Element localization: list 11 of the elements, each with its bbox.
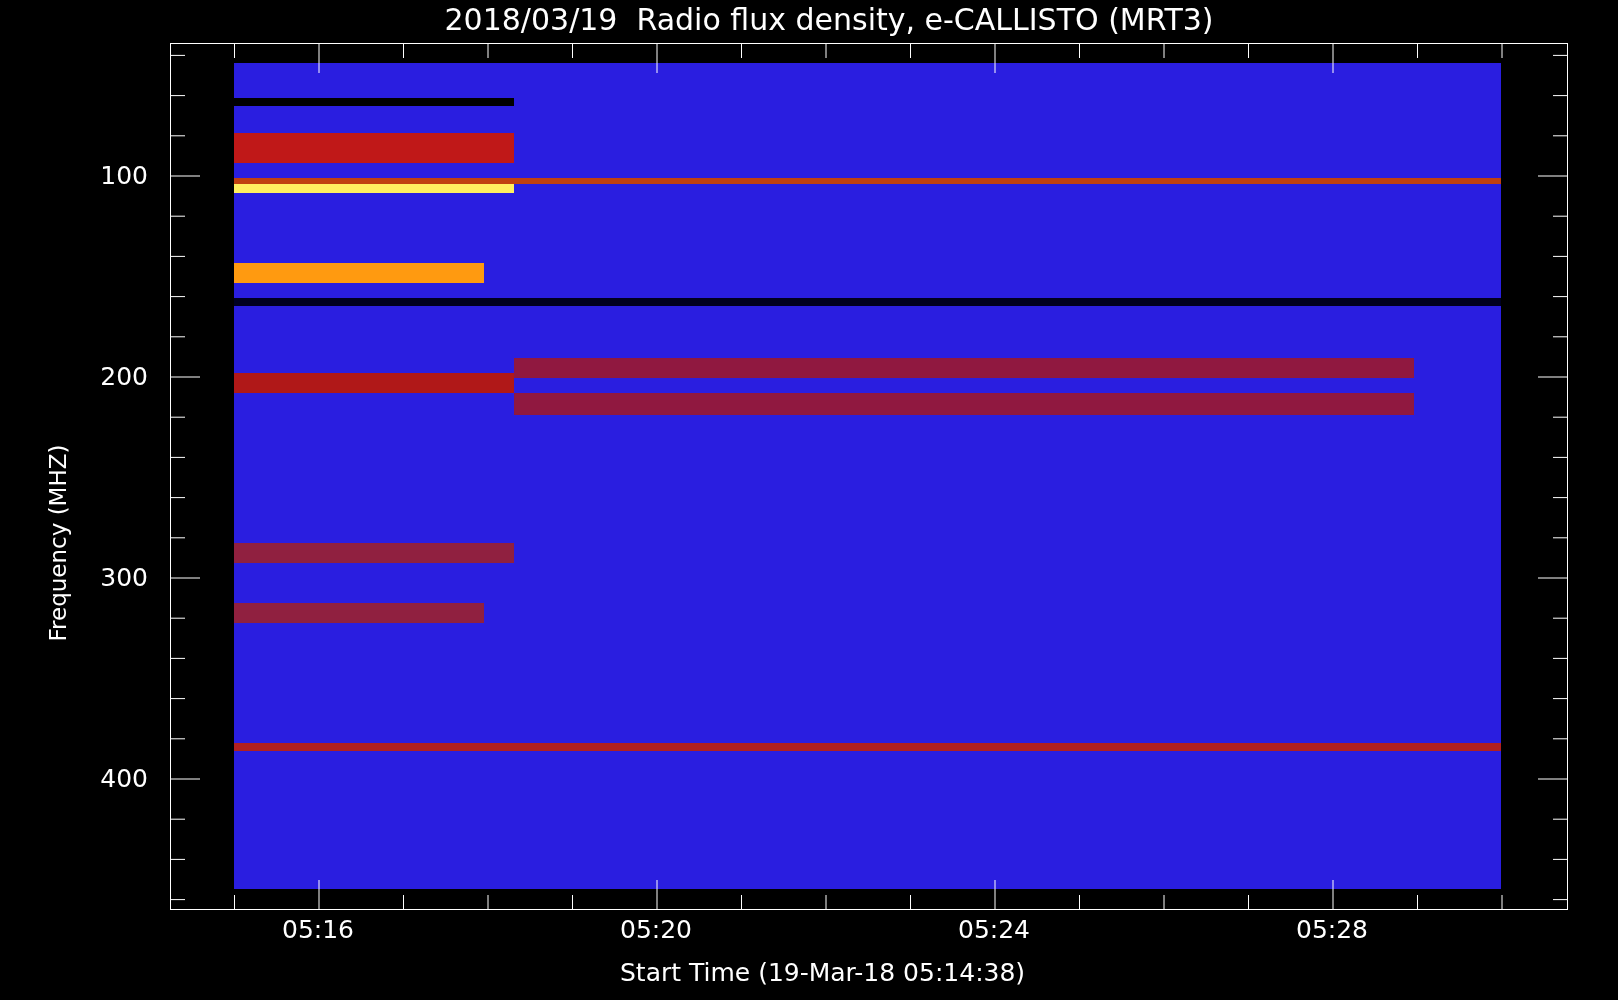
tick-label: 100 [100, 160, 148, 190]
tick-label: 05:24 [958, 915, 1030, 944]
tick-label: 300 [100, 562, 148, 592]
tick-label: 400 [100, 763, 148, 793]
axis-label: Start Time (19-Mar-18 05:14:38) [620, 958, 1026, 987]
tick-label: 05:16 [282, 915, 354, 944]
tick-label: 200 [100, 361, 148, 391]
chart-title: 2018/03/19 Radio flux density, e-CALLISTO (MRT3) [444, 1, 1214, 39]
tick-label: 05:20 [620, 915, 692, 944]
tick-label: 05:28 [1296, 915, 1368, 944]
axis-label: Frequency (MHZ) [45, 444, 71, 642]
